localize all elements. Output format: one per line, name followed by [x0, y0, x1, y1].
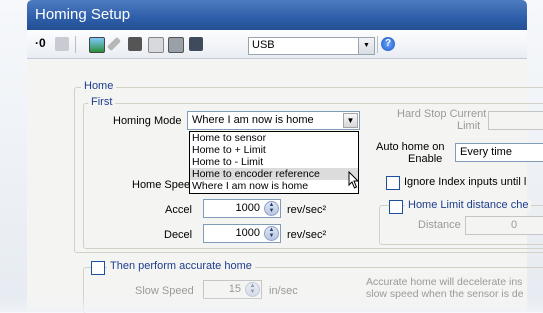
homing-mode-value: Where I am now is home [192, 114, 314, 126]
dropdown-option[interactable]: Home to - Limit [190, 156, 358, 168]
home-group-legend: Home [81, 80, 117, 92]
toolbar-separator [75, 36, 76, 53]
spinner-icon[interactable]: ▲ ▼ [264, 201, 279, 216]
chevron-down-icon[interactable]: ▼ [358, 38, 374, 54]
accurate-home-label: Then perform accurate home [107, 260, 255, 272]
port-select[interactable]: USB ▼ [248, 37, 375, 55]
accel-input[interactable]: 1000 ▲ ▼ [203, 199, 281, 218]
auto-home-label-enable: Enable [408, 153, 443, 165]
home-limit-label: Home Limit distance che [405, 199, 532, 211]
distance-label: Distance [418, 219, 461, 231]
printer-icon[interactable] [168, 37, 184, 53]
hard-stop-label-limit: Limit [457, 120, 481, 132]
dropdown-option[interactable]: Home to sensor [190, 132, 358, 144]
mouse-pointer-icon [348, 171, 360, 189]
dropdown-option[interactable]: Where I am now is home [190, 180, 358, 192]
toolbar: ·0 USB ▼ ? [27, 30, 527, 59]
chevron-down-icon[interactable]: ▼ [343, 113, 358, 128]
window-title-bar: Homing Setup [27, 0, 527, 30]
ignore-index-label: Ignore Index inputs until l [404, 176, 527, 188]
accel-unit: rev/sec² [287, 204, 327, 216]
undo-icon[interactable] [55, 37, 69, 51]
homing-mode-select[interactable]: Where I am now is home ▼ [187, 111, 360, 130]
home-speed-label: Home Speed [132, 179, 197, 191]
auto-home-select[interactable]: Every time [455, 143, 543, 162]
port-select-value: USB [252, 39, 275, 51]
dropdown-option-highlighted[interactable]: Home to encoder reference [190, 168, 358, 180]
copy-icon[interactable] [148, 37, 164, 53]
accel-label: Accel [165, 204, 192, 216]
accel-value: 1000 [235, 202, 260, 214]
axis-icon[interactable]: ·0 [35, 36, 46, 50]
first-group-legend: First [88, 96, 116, 108]
hard-stop-input[interactable] [488, 111, 543, 130]
auto-home-value: Every time [460, 146, 512, 158]
slow-speed-value: 15 [228, 283, 241, 295]
book-icon[interactable] [189, 37, 203, 51]
spinner-icon[interactable]: ▲ ▼ [264, 226, 279, 241]
hard-stop-label: Hard Stop Current [397, 108, 487, 120]
help-icon[interactable]: ? [381, 37, 395, 51]
dropdown-option[interactable]: Home to + Limit [190, 144, 358, 156]
decel-input[interactable]: 1000 ▲ ▼ [203, 224, 281, 243]
accurate-home-note-line1: Accurate home will decelerate ins [366, 276, 523, 288]
distance-input[interactable]: 0 [465, 216, 543, 235]
ignore-index-checkbox[interactable] [386, 176, 400, 190]
home-limit-checkbox[interactable] [389, 200, 403, 214]
decel-label: Decel [164, 229, 193, 241]
monitor-icon[interactable] [89, 37, 105, 53]
decel-value: 1000 [235, 227, 260, 239]
auto-home-label: Auto home on [376, 141, 445, 153]
chip-icon[interactable] [128, 37, 142, 51]
homing-mode-label: Homing Mode [113, 115, 182, 127]
wrench-icon[interactable] [106, 36, 122, 52]
decel-unit: rev/sec² [287, 229, 327, 241]
toolbar-separator [377, 36, 378, 53]
bottom-fade [0, 296, 543, 312]
window-title: Homing Setup [35, 6, 131, 23]
distance-value: 0 [511, 219, 518, 231]
spinner-icon[interactable]: ▲ ▼ [245, 282, 260, 297]
accurate-home-checkbox[interactable] [91, 261, 105, 275]
homing-mode-dropdown-list: Home to sensor Home to + Limit Home to -… [189, 131, 359, 194]
